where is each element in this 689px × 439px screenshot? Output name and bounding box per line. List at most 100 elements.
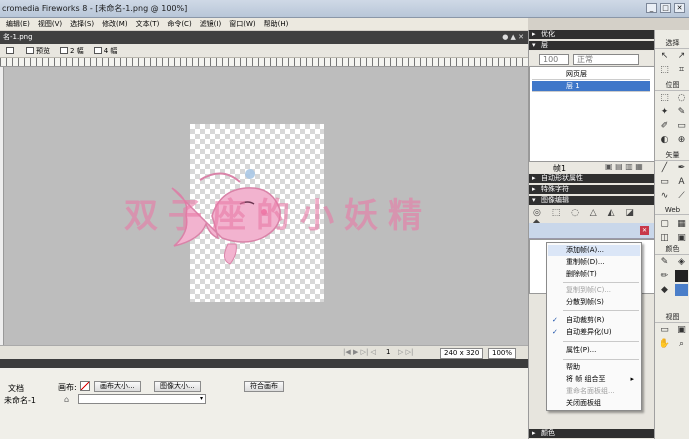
frame-nav-icon[interactable]: ▷ ▷| — [398, 348, 413, 356]
fill-swatch[interactable] — [675, 284, 688, 296]
menu-filters[interactable]: 滤镜(I) — [200, 18, 222, 30]
layers-footer: 帧1 ▣ ▤ ▥ ▦ — [529, 162, 655, 173]
view-preview[interactable]: 预览 — [26, 46, 50, 56]
vector-tools: ╱ ✒ ▭ A ∿ ⟋ — [658, 162, 688, 202]
show-slices-icon[interactable]: ▣ — [675, 232, 688, 244]
stroke-color-icon[interactable]: ✏ — [658, 270, 671, 282]
layer-web[interactable]: 网页层 — [532, 69, 650, 80]
menu-auto-crop[interactable]: ✓ 自动裁剪(R) — [548, 315, 640, 326]
playback-controls[interactable]: |◀ ▶ ▷| ◁ — [343, 348, 376, 356]
panel-optimize-header[interactable]: 优化 — [529, 30, 655, 39]
menu-distribute-to-frames[interactable]: 分散到帧(S) — [548, 297, 640, 308]
panel-layers-header[interactable]: 层 — [529, 41, 655, 50]
scale-icon[interactable]: ⬚ — [658, 64, 671, 76]
web-tools: ▢ ▦ ◫ ▣ — [658, 218, 688, 244]
export-select[interactable]: ▾ — [78, 394, 206, 404]
minimize-icon[interactable]: _ — [646, 3, 657, 13]
paint-bucket-icon[interactable]: ◈ — [675, 256, 688, 268]
frames-panel-header[interactable]: ✕ — [529, 223, 655, 239]
maximize-icon[interactable]: □ — [660, 3, 671, 13]
menu-modify[interactable]: 修改(M) — [102, 18, 128, 30]
menu-copy-to-frames[interactable]: 复制到帧(C)... — [548, 285, 640, 296]
fit-canvas-button[interactable]: 符合画布 — [244, 381, 284, 392]
properties-doc-label: 文档 — [8, 384, 24, 393]
image-size-button[interactable]: 图像大小... — [154, 381, 201, 392]
zoom-icon[interactable]: ⌕ — [675, 338, 688, 350]
blur-icon[interactable]: ◐ — [658, 134, 671, 146]
panel-special-chars-header[interactable]: 特殊字符 — [529, 185, 655, 194]
menu-duplicate-frame[interactable]: 重制帧(D)... — [548, 257, 640, 268]
menu-close-panel-group[interactable]: 关闭面板组 — [548, 398, 640, 409]
menu-rename-panel-group[interactable]: 重命名面板组... — [548, 386, 640, 397]
tools-bitmap-label: 位图 — [655, 80, 689, 91]
subselect-icon[interactable]: ↗ — [675, 50, 688, 62]
pointer-icon[interactable]: ↖ — [658, 50, 671, 62]
document-controls[interactable]: ● ▲ ✕ — [502, 31, 524, 44]
menu-help-item[interactable]: 帮助 — [548, 362, 640, 373]
menu-text[interactable]: 文本(T) — [136, 18, 160, 30]
eyedropper-icon[interactable]: ✎ — [658, 256, 671, 268]
layer-1[interactable]: 层 1 — [532, 81, 650, 92]
canvas-size-readout[interactable]: 240 x 320 — [440, 348, 484, 359]
checkmark-icon: ✓ — [552, 316, 558, 324]
standard-screen-icon[interactable]: ▭ — [658, 324, 671, 336]
opacity-field[interactable]: 100 — [539, 54, 569, 65]
blend-mode-select[interactable]: 正常 — [573, 54, 639, 65]
menu-properties[interactable]: 属性(P)... — [548, 345, 640, 356]
menu-auto-difference[interactable]: ✓ 自动差异化(U) — [548, 327, 640, 338]
properties-header[interactable] — [0, 359, 528, 368]
hotspot-icon[interactable]: ▢ — [658, 218, 671, 230]
pen-icon[interactable]: ✒ — [675, 162, 688, 174]
panel-image-edit-header[interactable]: 图像编辑 — [529, 196, 655, 205]
eraser-icon[interactable]: ▭ — [675, 120, 688, 132]
frames-context-menu: 添加帧(A)... 重制帧(D)... 删除帧(T) 复制到帧(C)... 分散… — [546, 242, 642, 411]
panel-close-icon[interactable]: ✕ — [640, 226, 649, 235]
menu-delete-frame[interactable]: 删除帧(T) — [548, 269, 640, 280]
canvas-color-swatch[interactable] — [80, 381, 90, 391]
menu-view[interactable]: 视图(V) — [38, 18, 62, 30]
layer-action-icons[interactable]: ▣ ▤ ▥ ▦ — [605, 162, 643, 171]
tools-panel: 选择 ↖ ↗ ⬚ ⌗ 位图 ⬚ ◌ ✦ ✎ ✐ ▭ ◐ ⊕ 矢量 ╱ ✒ ▭ A ∿ ⟋ Web … — [654, 30, 689, 439]
hand-icon[interactable]: ✋ — [658, 338, 671, 350]
tools-select-label: 选择 — [655, 38, 689, 49]
view-4up[interactable]: 4 幅 — [93, 46, 117, 56]
title-bar: cromedia Fireworks 8 - [未命名-1.png @ 100%… — [0, 0, 689, 18]
close-icon[interactable]: ✕ — [674, 3, 685, 13]
layers-list: 网页层 层 1 — [529, 66, 655, 162]
canvas-size-button[interactable]: 画布大小... — [94, 381, 141, 392]
lasso-icon[interactable]: ◌ — [675, 92, 688, 104]
document-tab[interactable]: 名-1.png ● ▲ ✕ — [0, 31, 528, 44]
menu-commands[interactable]: 命令(C) — [167, 18, 191, 30]
hide-slices-icon[interactable]: ◫ — [658, 232, 671, 244]
menu-separator — [563, 359, 639, 360]
magic-wand-icon[interactable]: ✦ — [658, 106, 671, 118]
brush-icon[interactable]: ✎ — [675, 106, 688, 118]
fill-color-icon[interactable]: ◆ — [658, 284, 671, 296]
crop-icon[interactable]: ⌗ — [675, 64, 688, 76]
panel-colors-header[interactable]: 颜色 — [529, 429, 655, 438]
pencil-icon[interactable]: ✐ — [658, 120, 671, 132]
rectangle-icon[interactable]: ▭ — [658, 176, 671, 188]
freeform-icon[interactable]: ∿ — [658, 190, 671, 202]
stamp-icon[interactable]: ⊕ — [675, 134, 688, 146]
menu-group-panel-with[interactable]: 将 帧 组合至 ▸ — [548, 374, 640, 385]
full-screen-icon[interactable]: ▣ — [675, 324, 688, 336]
view-2up[interactable]: 2 幅 — [60, 46, 84, 56]
menu-window[interactable]: 窗口(W) — [229, 18, 255, 30]
text-tool-icon[interactable]: A — [675, 176, 688, 188]
slice-icon[interactable]: ▦ — [675, 218, 688, 230]
menu-add-frames[interactable]: 添加帧(A)... — [548, 245, 640, 256]
line-icon[interactable]: ╱ — [658, 162, 671, 174]
knife-icon[interactable]: ⟋ — [675, 190, 688, 202]
zoom-select[interactable]: 100% — [488, 348, 517, 359]
menu-edit[interactable]: 编辑(E) — [6, 18, 30, 30]
view-original-icon[interactable] — [6, 47, 16, 55]
menu-select[interactable]: 选择(S) — [70, 18, 94, 30]
marquee-icon[interactable]: ⬚ — [658, 92, 671, 104]
panel-auto-shape-header[interactable]: 自动形状属性 — [529, 174, 655, 183]
export-icon: ⌂ — [64, 395, 70, 404]
menu-help[interactable]: 帮助(H) — [264, 18, 289, 30]
layers-options: 100 正常 — [529, 51, 655, 65]
stroke-swatch[interactable] — [675, 270, 688, 282]
document-tab-label: 名-1.png — [3, 33, 33, 41]
